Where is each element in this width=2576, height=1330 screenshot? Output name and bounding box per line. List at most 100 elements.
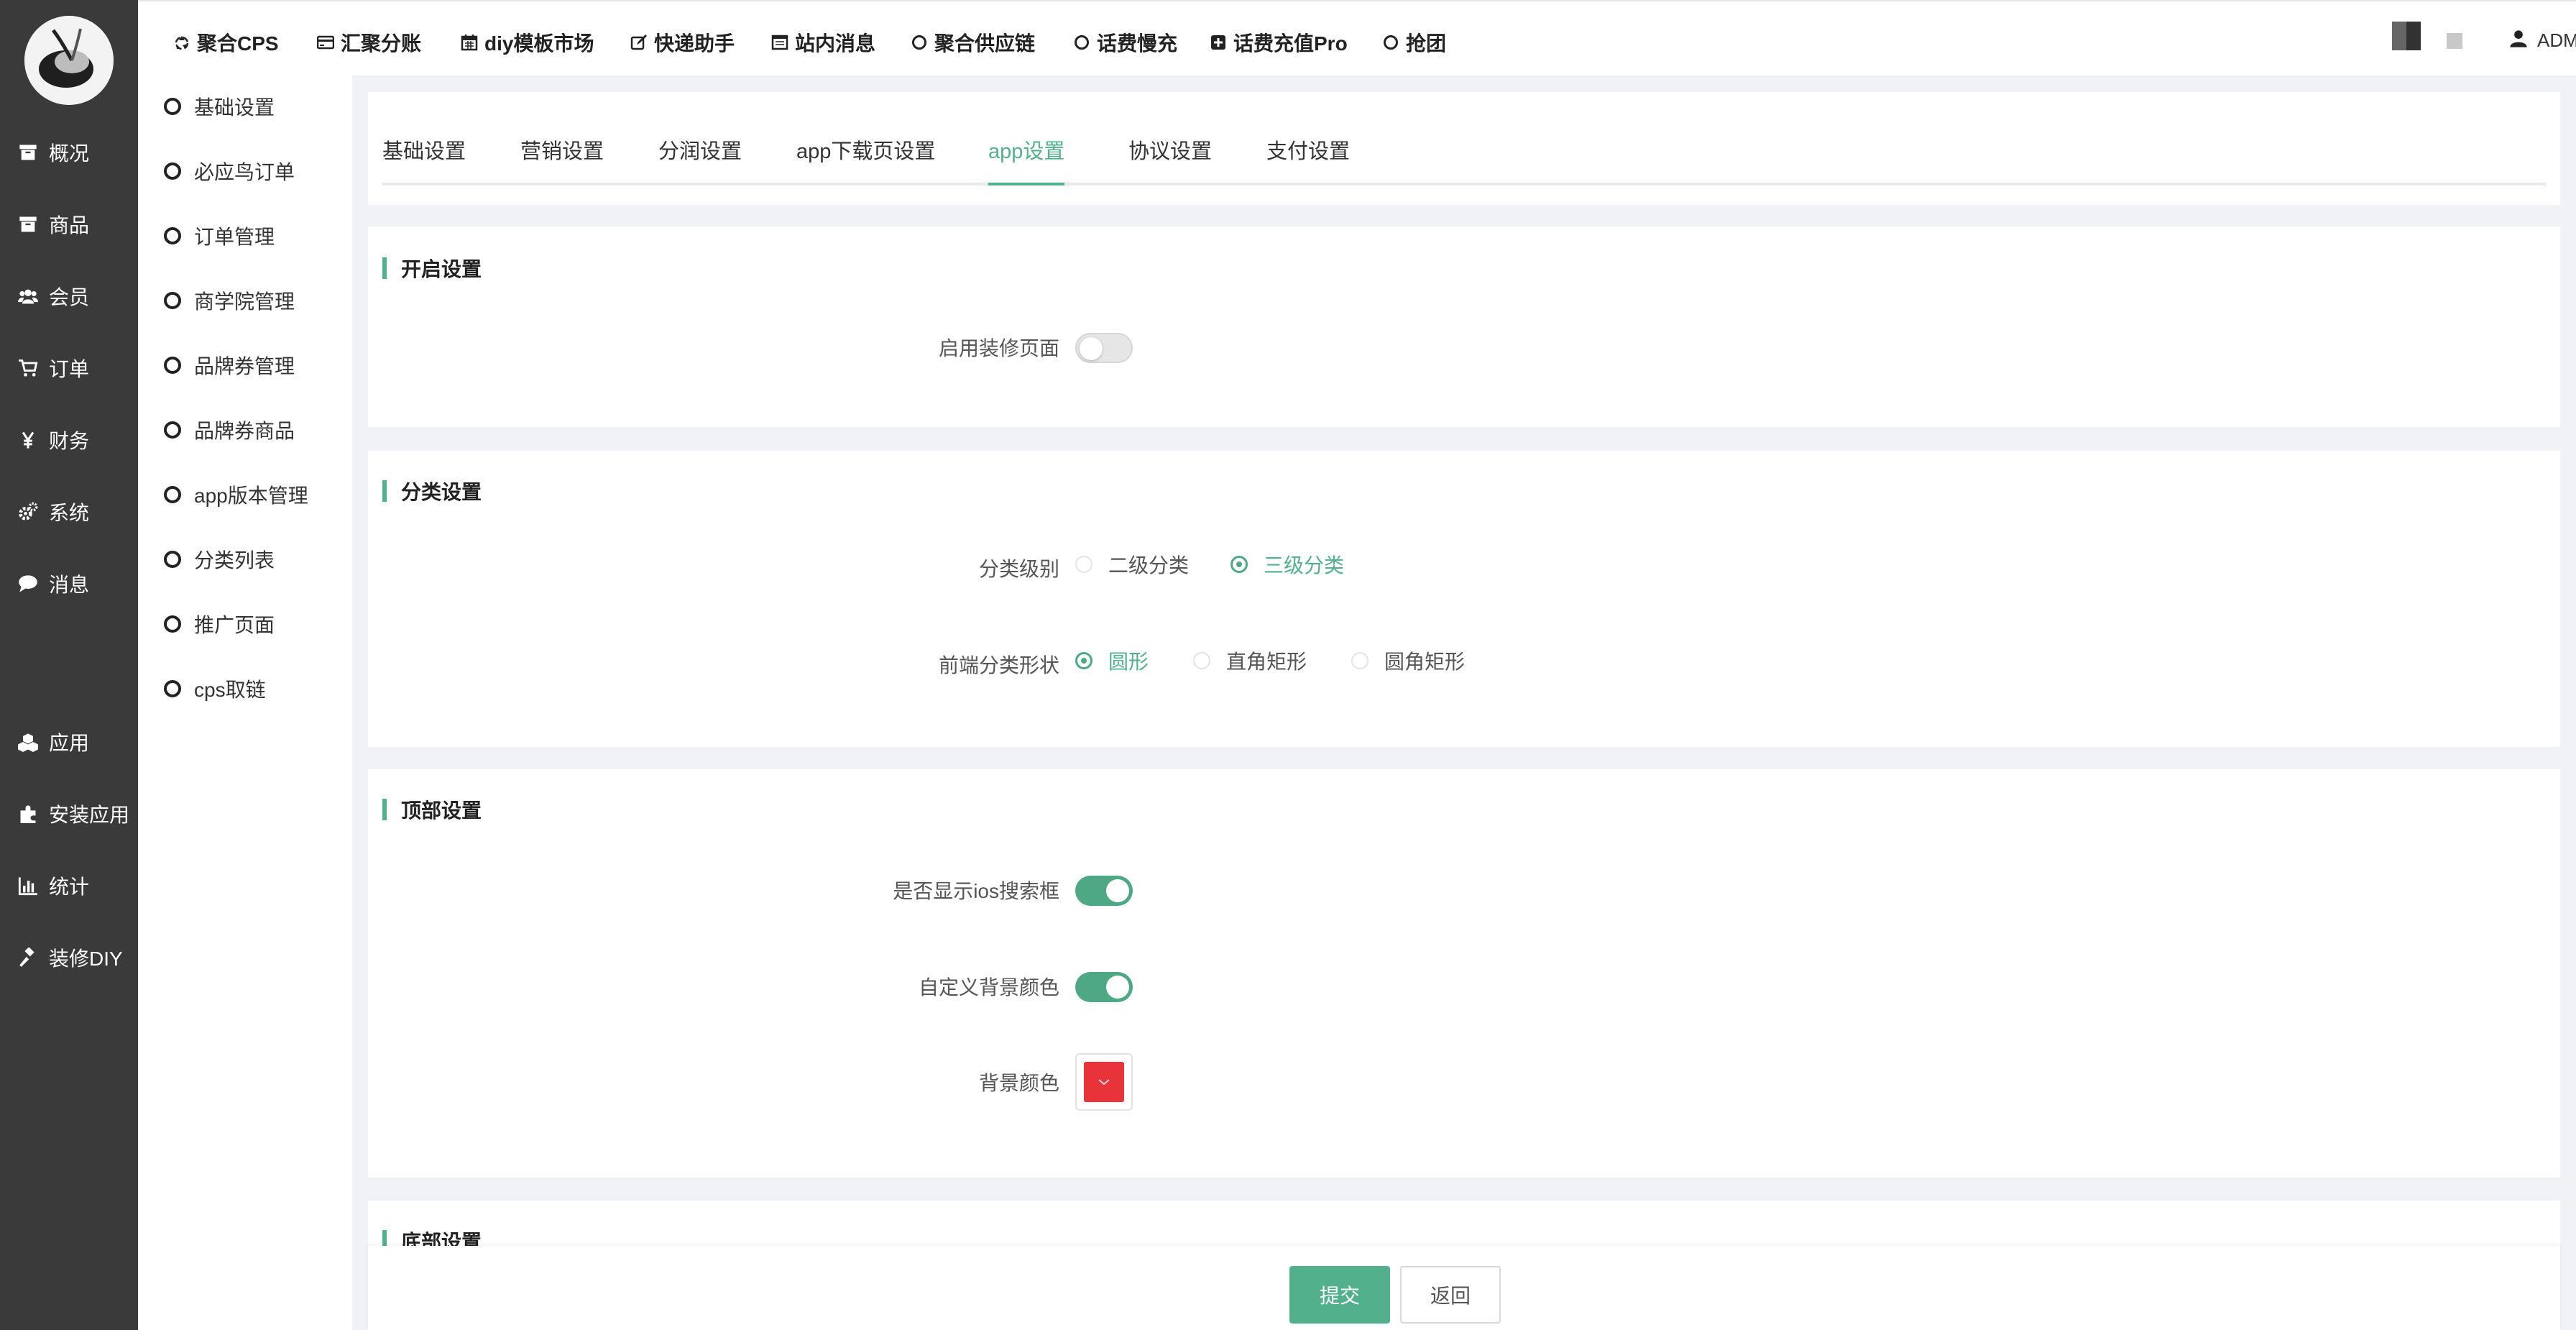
sidebar-item-messages[interactable]: 消息 xyxy=(0,562,138,605)
submenu-item-app-versions[interactable]: app版本管理 xyxy=(164,477,308,513)
circle-icon xyxy=(164,357,181,374)
yen-icon xyxy=(17,429,39,451)
secondary-menu: 基础设置 必应鸟订单 订单管理 商学院管理 品牌券管理 品牌券商品 app版本管… xyxy=(138,75,352,1330)
tab-app-settings[interactable]: app设置 xyxy=(988,135,1065,185)
window-icon xyxy=(770,33,789,52)
sidebar-item-apps[interactable]: 应用 xyxy=(0,720,138,763)
sidebar-item-label: 会员 xyxy=(49,286,90,308)
sidebar-item-overview[interactable]: 概况 xyxy=(0,131,138,174)
user-name: ADMIN(系统管理员) xyxy=(2537,29,2576,51)
sidebar-item-system[interactable]: 系统 xyxy=(0,490,138,533)
cogs-icon xyxy=(17,501,39,523)
user-menu[interactable]: ADMIN(系统管理员) xyxy=(2508,24,2576,53)
top-nav-item-group-buy[interactable]: 抢团 xyxy=(1381,27,1446,58)
custom-bg-switch[interactable] xyxy=(1075,972,1133,1002)
submenu-label: 基础设置 xyxy=(194,96,275,119)
sidebar-item-orders[interactable]: 订单 xyxy=(0,347,138,390)
tab-profit-settings[interactable]: 分润设置 xyxy=(658,135,742,183)
switch-knob xyxy=(1080,337,1103,360)
submenu-label: 分类列表 xyxy=(194,549,275,572)
tab-payment-settings[interactable]: 支付设置 xyxy=(1266,135,1350,183)
submenu-item-category-list[interactable]: 分类列表 xyxy=(164,541,275,577)
sidebar-item-label: 系统 xyxy=(49,502,90,524)
submenu-item-order-management[interactable]: 订单管理 xyxy=(164,218,275,254)
radio-level-three[interactable]: 三级分类 xyxy=(1230,550,1344,579)
theme-toggle-icon[interactable] xyxy=(2392,22,2421,50)
top-nav-item-messages[interactable]: 站内消息 xyxy=(770,27,875,58)
tab-basic-settings[interactable]: 基础设置 xyxy=(382,135,466,183)
circle-icon xyxy=(1072,33,1091,52)
circle-icon xyxy=(164,486,181,503)
bg-color-label: 背景颜色 xyxy=(978,1072,1059,1094)
circle-icon xyxy=(164,551,181,568)
top-nav-item-recharge-pro[interactable]: 话费充值Pro xyxy=(1209,27,1348,58)
top-nav-item-diy-market[interactable]: diy模板市场 xyxy=(460,27,594,58)
ios-search-switch[interactable] xyxy=(1075,876,1133,906)
top-nav-item-slow-recharge[interactable]: 话费慢充 xyxy=(1072,27,1177,58)
submit-button[interactable]: 提交 xyxy=(1289,1266,1390,1324)
radio-dot xyxy=(1075,652,1092,669)
circle-icon xyxy=(164,227,181,244)
comment-icon xyxy=(17,573,39,595)
sidebar-item-stats[interactable]: 统计 xyxy=(0,864,138,907)
calendar-icon xyxy=(460,33,479,52)
submenu-item-coupon-goods[interactable]: 品牌券商品 xyxy=(164,412,295,448)
sidebar-item-label: 装修DIY xyxy=(49,948,123,970)
sidebar-item-finance[interactable]: 财务 xyxy=(0,418,138,462)
sidebar-item-label: 安装应用 xyxy=(49,804,130,826)
credit-card-icon xyxy=(316,33,335,52)
enable-decor-switch[interactable] xyxy=(1075,333,1133,363)
tab-agreement-settings[interactable]: 协议设置 xyxy=(1128,135,1212,183)
back-button[interactable]: 返回 xyxy=(1400,1266,1501,1324)
top-nav-item-supply-chain[interactable]: 聚合供应链 xyxy=(910,27,1035,58)
radio-shape-rounded-rect[interactable]: 圆角矩形 xyxy=(1351,646,1465,675)
circle-icon xyxy=(1381,33,1400,52)
top-nav: 聚合CPS 汇聚分账 diy模板市场 快递助手 站内消息 聚合供应链 话费慢充 … xyxy=(138,0,2576,75)
switch-knob xyxy=(1106,976,1129,999)
category-level-label: 分类级别 xyxy=(978,558,1059,580)
top-settings-card: 顶部设置 是否显示ios搜索框 自定义背景颜色 背景颜色 xyxy=(368,769,2560,1178)
submenu-label: 品牌券商品 xyxy=(194,420,295,442)
radio-level-two[interactable]: 二级分类 xyxy=(1075,550,1189,579)
submenu-label: 品牌券管理 xyxy=(194,355,295,377)
top-nav-label: 快递助手 xyxy=(654,32,735,55)
radio-dot xyxy=(1075,556,1092,573)
submenu-item-biyingniao-orders[interactable]: 必应鸟订单 xyxy=(164,153,295,189)
submenu-item-basic-settings[interactable]: 基础设置 xyxy=(164,88,275,124)
radio-shape-rect[interactable]: 直角矩形 xyxy=(1193,646,1307,675)
tab-marketing-settings[interactable]: 营销设置 xyxy=(520,135,604,183)
radio-dot xyxy=(1193,652,1210,669)
radio-label: 直角矩形 xyxy=(1226,651,1307,673)
section-marker xyxy=(382,257,387,279)
submenu-item-cps-links[interactable]: cps取链 xyxy=(164,671,266,707)
radio-label: 圆角矩形 xyxy=(1384,651,1466,673)
top-nav-item-split-account[interactable]: 汇聚分账 xyxy=(316,27,421,58)
sidebar-item-goods[interactable]: 商品 xyxy=(0,203,138,246)
top-nav-label: 汇聚分账 xyxy=(341,32,422,55)
top-nav-item-cps[interactable]: 聚合CPS xyxy=(172,27,279,58)
sidebar-item-install-apps[interactable]: 安装应用 xyxy=(0,792,138,835)
sidebar-item-members[interactable]: 会员 xyxy=(0,275,138,318)
tab-app-download-page[interactable]: app下载页设置 xyxy=(796,135,935,183)
custom-bg-label: 自定义背景颜色 xyxy=(918,976,1059,999)
radio-dot xyxy=(1230,556,1248,573)
top-nav-item-express[interactable]: 快递助手 xyxy=(630,27,735,58)
layout-toggle-icon[interactable] xyxy=(2447,33,2462,49)
top-nav-label: 话费充值Pro xyxy=(1233,32,1348,55)
sidebar-item-decor-diy[interactable]: 装修DIY xyxy=(0,936,138,979)
circle-icon xyxy=(164,680,181,697)
logo[interactable] xyxy=(24,16,114,105)
cubes-icon xyxy=(17,731,39,753)
radio-shape-circle[interactable]: 圆形 xyxy=(1075,646,1149,675)
bg-color-picker[interactable] xyxy=(1075,1053,1133,1111)
submenu-item-academy[interactable]: 商学院管理 xyxy=(164,283,295,318)
radio-label: 三级分类 xyxy=(1264,554,1345,577)
submenu-item-coupon-management[interactable]: 品牌券管理 xyxy=(164,347,295,383)
edit-icon xyxy=(630,33,648,52)
circle-icon xyxy=(164,421,181,439)
top-nav-label: 抢团 xyxy=(1406,32,1447,55)
submenu-label: cps取链 xyxy=(194,679,266,701)
chevron-down-icon xyxy=(1098,1079,1110,1086)
sidebar-item-label: 商品 xyxy=(49,214,90,237)
submenu-item-promo-pages[interactable]: 推广页面 xyxy=(164,606,275,642)
